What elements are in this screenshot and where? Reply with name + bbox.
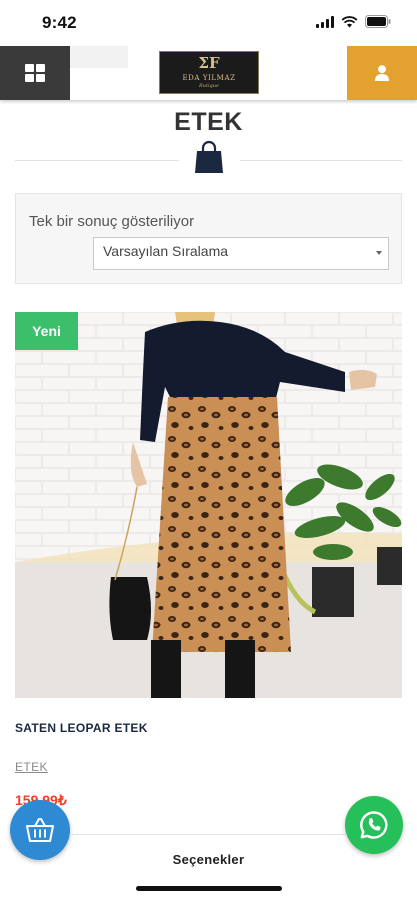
wifi-icon (341, 15, 358, 27)
filter-panel: Tek bir sonuç gösteriliyor Varsayılan Sı… (15, 193, 402, 284)
status-icons (316, 15, 391, 28)
whatsapp-icon (360, 811, 388, 839)
product-name[interactable]: SATEN LEOPAR ETEK (15, 721, 148, 735)
header-tab-placeholder (70, 46, 128, 68)
options-label: Seçenekler (172, 852, 245, 867)
product-photo (15, 312, 402, 698)
logo-subtext: Butique (199, 83, 219, 89)
account-button[interactable] (347, 46, 417, 100)
app-header: ƩF EDA YILMAZ Butique (0, 46, 417, 100)
status-bar: 9:42 (0, 0, 417, 46)
logo-text: EDA YILMAZ (182, 74, 236, 82)
signal-icon (316, 15, 334, 28)
battery-icon (365, 15, 391, 28)
logo-mark: ƩF (198, 54, 220, 72)
cart-fab[interactable] (10, 800, 70, 860)
page-title: ETEK (174, 108, 243, 136)
product-image[interactable] (15, 312, 402, 698)
grid-icon (25, 64, 45, 82)
product-category-link[interactable]: ETEK (15, 760, 48, 774)
menu-button[interactable] (0, 46, 70, 100)
brand-logo[interactable]: ƩF EDA YILMAZ Butique (159, 51, 259, 94)
new-badge: Yeni (15, 312, 78, 350)
user-icon (375, 65, 389, 81)
chevron-down-icon (376, 251, 382, 255)
title-divider-right (240, 160, 402, 161)
basket-icon (26, 818, 54, 842)
sort-select[interactable]: Varsayılan Sıralama (93, 237, 389, 270)
result-count: Tek bir sonuç gösteriliyor (29, 213, 195, 230)
status-time: 9:42 (42, 13, 77, 32)
whatsapp-fab[interactable] (345, 796, 403, 854)
options-button[interactable]: Seçenekler (72, 834, 345, 884)
title-divider-left (15, 160, 179, 161)
sort-select-value: Varsayılan Sıralama (103, 243, 229, 259)
home-indicator (136, 886, 282, 891)
shopping-bag-icon (195, 140, 223, 173)
